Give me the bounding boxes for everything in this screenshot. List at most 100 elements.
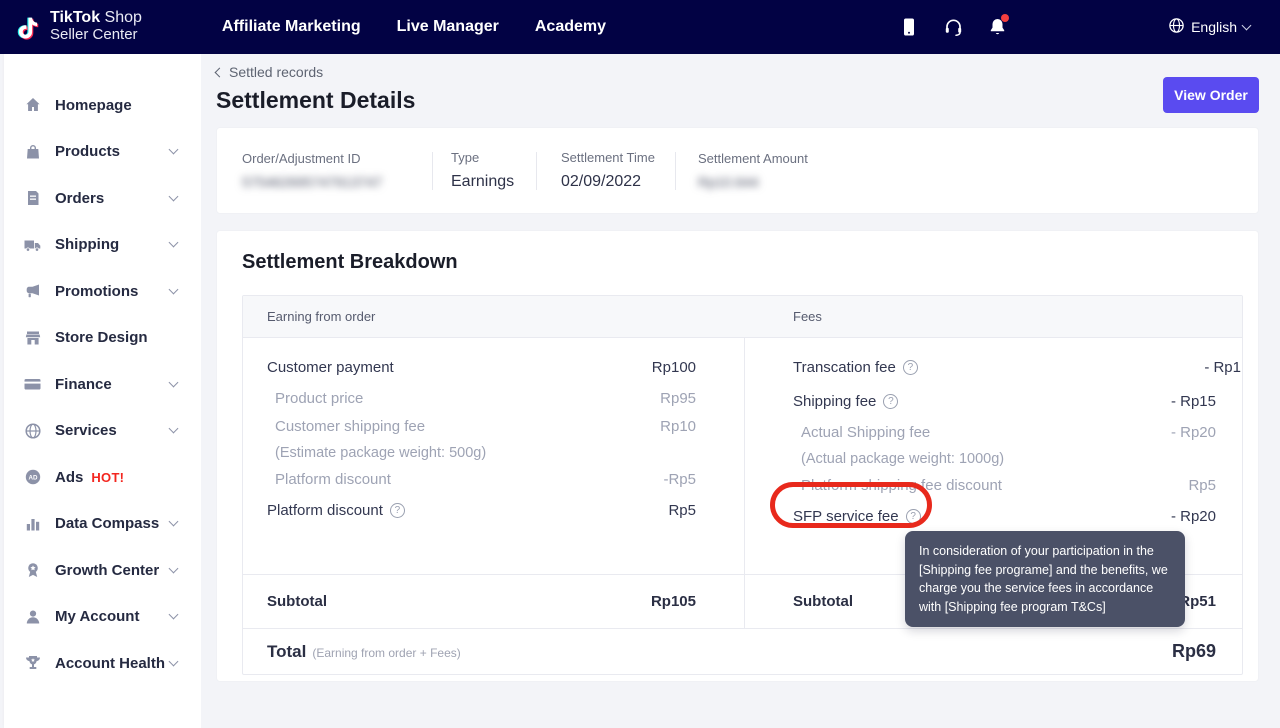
view-order-button[interactable]: View Order [1163, 77, 1259, 113]
sidebar-item-orders[interactable]: Orders [4, 175, 201, 222]
hot-badge: HOT! [91, 470, 124, 485]
table-row: Platform discount Rp5 [243, 493, 744, 527]
summary-field-settlement-amount: Settlement Amount Rp10.644 [676, 151, 808, 190]
table-row: Actual Shipping fee - Rp20 [745, 418, 1242, 446]
sidebar-item-homepage[interactable]: Homepage [4, 82, 201, 129]
help-icon[interactable] [390, 503, 405, 518]
sidebar-item-promotions[interactable]: Promotions [4, 268, 201, 315]
breadcrumb[interactable]: Settled records [216, 64, 1259, 80]
language-label: English [1191, 19, 1237, 35]
transaction-fee-value-clipped: - Rp1 [1204, 359, 1241, 376]
breakdown-table: Earning from order Fees Customer payment… [242, 295, 1243, 675]
chevron-down-icon [169, 284, 179, 294]
breakdown-title: Settlement Breakdown [242, 251, 1243, 274]
sidebar-item-store-design[interactable]: Store Design [4, 315, 201, 362]
sidebar: Homepage Products Orders Shipping Promot… [0, 54, 201, 728]
chevron-down-icon [169, 191, 179, 201]
total-note: (Earning from order + Fees) [312, 646, 460, 660]
summary-field-order-id: Order/Adjustment ID 575462695747913747 [242, 151, 432, 190]
shipping-icon [23, 235, 42, 254]
table-row-sfp-service-fee: SFP service fee - Rp20 [745, 499, 1242, 533]
growth-center-icon [23, 561, 42, 580]
earning-subtotal-label: Subtotal [267, 593, 327, 610]
bell-icon[interactable] [986, 16, 1008, 38]
chevron-down-icon [169, 145, 179, 155]
finance-icon [23, 375, 42, 394]
products-icon [23, 142, 42, 161]
settlement-breakdown-card: Settlement Breakdown Earning from order … [216, 230, 1259, 682]
sidebar-item-shipping[interactable]: Shipping [4, 222, 201, 269]
earning-column: Customer payment Rp100 Product price Rp9… [243, 338, 745, 574]
sidebar-item-my-account[interactable]: My Account [4, 594, 201, 641]
sidebar-item-services[interactable]: Services [4, 408, 201, 455]
table-row: Shipping fee - Rp15 [745, 384, 1242, 418]
earning-subtotal-value: Rp105 [651, 593, 696, 610]
total-label: Total [267, 642, 306, 662]
account-health-icon [23, 654, 42, 673]
sfp-service-fee-tooltip: In consideration of your participation i… [905, 531, 1185, 627]
tiktok-logo-icon [14, 10, 44, 44]
brand-name-light: Shop [105, 9, 142, 26]
notification-dot [1001, 14, 1009, 22]
help-icon[interactable] [903, 360, 918, 375]
language-selector[interactable]: English [1168, 17, 1250, 37]
nav-link-academy[interactable]: Academy [535, 18, 606, 36]
ads-icon: AD [23, 468, 42, 487]
fees-subtotal-label: Subtotal [793, 593, 853, 610]
chevron-down-icon [169, 424, 179, 434]
nav-links: Affiliate Marketing Live Manager Academy [222, 18, 606, 36]
summary-field-type: Type Earnings [433, 150, 536, 191]
chevron-down-icon [169, 656, 179, 666]
table-row: Platform discount -Rp5 [243, 465, 744, 493]
orders-icon [23, 189, 42, 208]
chevron-down-icon [1242, 21, 1252, 31]
sidebar-item-products[interactable]: Products [4, 129, 201, 176]
sidebar-item-ads[interactable]: AD Ads HOT! [4, 454, 201, 501]
row-note: (Actual package weight: 1000g) [745, 446, 1242, 471]
nav-link-live-manager[interactable]: Live Manager [397, 18, 499, 36]
home-icon [23, 96, 42, 115]
globe-icon [1168, 17, 1185, 37]
order-id-value-blurred: 575462695747913747 [242, 174, 432, 190]
table-row: Product price Rp95 [243, 384, 744, 412]
chevron-down-icon [169, 517, 179, 527]
services-icon [23, 421, 42, 440]
table-row: Platform shipping fee discount Rp5 [745, 471, 1242, 499]
promotions-icon [23, 282, 42, 301]
brand-subtitle: Seller Center [50, 26, 138, 43]
nav-link-affiliate-marketing[interactable]: Affiliate Marketing [222, 18, 361, 36]
chevron-down-icon [169, 610, 179, 620]
sidebar-item-finance[interactable]: Finance [4, 361, 201, 408]
svg-text:AD: AD [28, 475, 37, 482]
chevron-down-icon [169, 377, 179, 387]
help-icon[interactable] [906, 509, 921, 524]
brand-name-bold: TikTok [50, 9, 100, 26]
sidebar-item-account-health[interactable]: Account Health [4, 640, 201, 687]
settlement-amount-value-blurred: Rp10.644 [698, 174, 808, 190]
total-row: Total (Earning from order + Fees) Rp69 [243, 628, 1242, 674]
column-header-fees: Fees [745, 309, 822, 324]
headset-icon[interactable] [942, 16, 964, 38]
sidebar-item-growth-center[interactable]: Growth Center [4, 547, 201, 594]
top-navbar: TikTok Shop Seller Center Affiliate Mark… [0, 0, 1280, 54]
chevron-down-icon [169, 238, 179, 248]
main-content: Settled records Settlement Details View … [201, 54, 1280, 728]
my-account-icon [23, 607, 42, 626]
chevron-left-icon [215, 67, 225, 77]
chevron-down-icon [169, 563, 179, 573]
settlement-summary-card: Order/Adjustment ID 575462695747913747 T… [216, 127, 1259, 214]
store-design-icon [23, 328, 42, 347]
row-note: (Estimate package weight: 500g) [243, 440, 744, 465]
help-icon[interactable] [883, 394, 898, 409]
table-row: Customer payment Rp100 [243, 350, 744, 384]
brand[interactable]: TikTok Shop Seller Center [0, 10, 142, 44]
page-title: Settlement Details [216, 87, 1259, 114]
table-row: Customer shipping fee Rp10 [243, 412, 744, 440]
sidebar-item-data-compass[interactable]: Data Compass [4, 501, 201, 548]
column-header-earning: Earning from order [243, 309, 745, 324]
mobile-icon[interactable] [898, 16, 920, 38]
summary-field-settlement-time: Settlement Time 02/09/2022 [537, 150, 675, 191]
table-header: Earning from order Fees [243, 296, 1242, 338]
data-compass-icon [23, 514, 42, 533]
total-value: Rp69 [1172, 641, 1216, 662]
